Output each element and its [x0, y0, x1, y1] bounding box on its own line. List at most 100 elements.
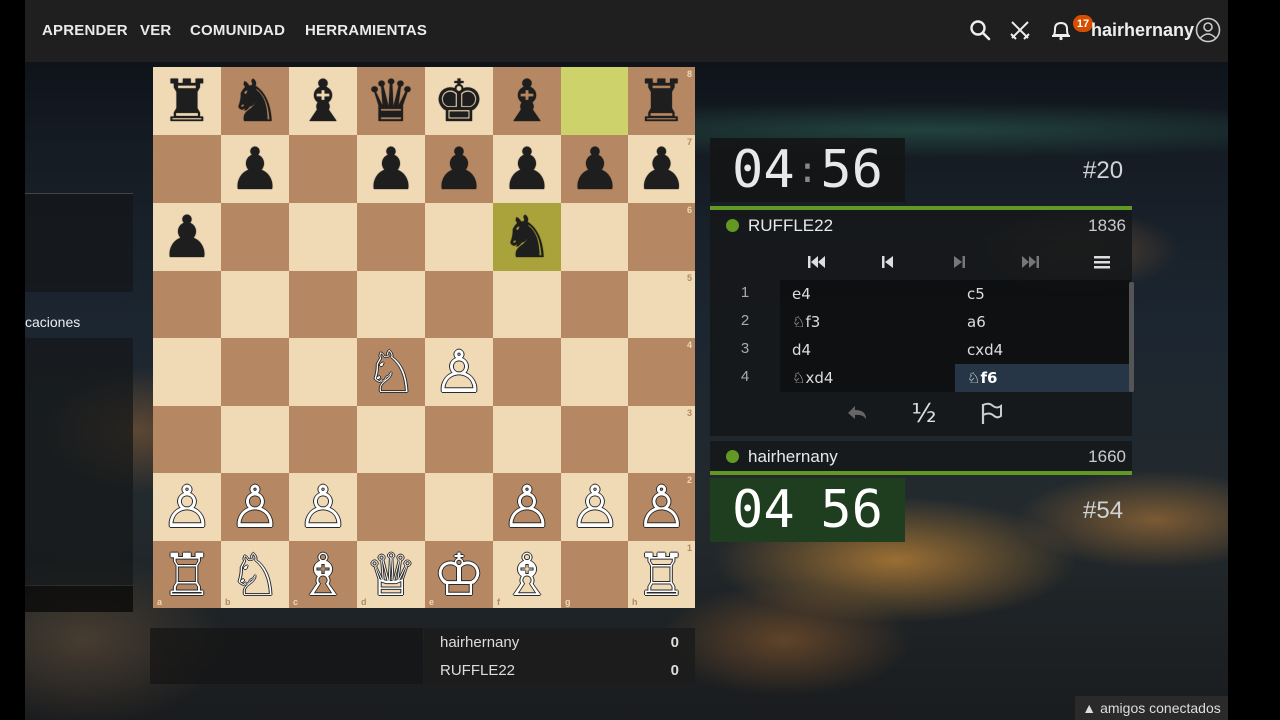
square-e3[interactable] [425, 406, 493, 474]
swords-icon[interactable] [1006, 16, 1034, 44]
chess-piece[interactable]: ♟ [501, 140, 553, 198]
square-g4[interactable] [561, 338, 629, 406]
takeback-icon[interactable] [837, 398, 877, 430]
chess-piece[interactable]: ♘ [365, 343, 417, 401]
resign-flag-icon[interactable] [971, 398, 1011, 430]
chess-piece[interactable]: ♗ [501, 546, 553, 604]
chess-piece[interactable]: ♟ [229, 140, 281, 198]
square-d8[interactable]: ♛ [357, 67, 425, 135]
move-white[interactable]: d4 [780, 336, 955, 364]
square-d4[interactable]: ♘ [357, 338, 425, 406]
square-a1[interactable]: ♖ a [153, 541, 221, 608]
square-e6[interactable] [425, 203, 493, 271]
square-f7[interactable]: ♟ [493, 135, 561, 203]
chess-piece[interactable]: ♙ [161, 478, 213, 536]
square-d3[interactable] [357, 406, 425, 474]
square-a2[interactable]: ♙ [153, 473, 221, 541]
chess-piece[interactable]: ♝ [501, 72, 553, 130]
opponent-name[interactable]: RUFFLE22 [748, 216, 833, 236]
square-g3[interactable] [561, 406, 629, 474]
square-d7[interactable]: ♟ [357, 135, 425, 203]
move-white[interactable]: ♘xd4 [780, 364, 955, 392]
chess-piece[interactable]: ♞ [501, 208, 553, 266]
chess-piece[interactable]: ♛ [365, 72, 417, 130]
square-e8[interactable]: ♚ [425, 67, 493, 135]
square-h7[interactable]: ♟ 7 [628, 135, 695, 203]
square-a8[interactable]: ♜ [153, 67, 221, 135]
chess-piece[interactable]: ♙ [569, 478, 621, 536]
chess-piece[interactable]: ♕ [365, 546, 417, 604]
square-a5[interactable] [153, 271, 221, 339]
square-g5[interactable] [561, 271, 629, 339]
square-g6[interactable] [561, 203, 629, 271]
move-black-current[interactable]: ♘f6 [955, 364, 1130, 392]
next-move-icon[interactable] [944, 250, 974, 274]
chess-piece[interactable]: ♟ [365, 140, 417, 198]
square-h4[interactable]: 4 [628, 338, 695, 406]
square-c8[interactable]: ♝ [289, 67, 357, 135]
square-c2[interactable]: ♙ [289, 473, 357, 541]
square-a4[interactable] [153, 338, 221, 406]
square-b7[interactable]: ♟ [221, 135, 289, 203]
chess-piece[interactable]: ♚ [433, 72, 485, 130]
previous-move-icon[interactable] [873, 250, 903, 274]
move-black[interactable]: c5 [955, 280, 1130, 308]
self-name[interactable]: hairhernany [748, 447, 838, 467]
chess-piece[interactable]: ♖ [636, 546, 688, 604]
first-move-icon[interactable] [802, 250, 832, 274]
move-black[interactable]: a6 [955, 308, 1130, 336]
square-c4[interactable] [289, 338, 357, 406]
chess-piece[interactable]: ♟ [161, 208, 213, 266]
square-e4[interactable]: ♙ [425, 338, 493, 406]
chess-piece[interactable]: ♙ [229, 478, 281, 536]
chess-piece[interactable]: ♟ [569, 140, 621, 198]
chess-piece[interactable]: ♘ [229, 546, 281, 604]
square-g2[interactable]: ♙ [561, 473, 629, 541]
friends-online-toggle[interactable]: ▲ amigos conectados [1075, 696, 1228, 720]
square-h6[interactable]: 6 [628, 203, 695, 271]
chess-piece[interactable]: ♟ [433, 140, 485, 198]
square-f5[interactable] [493, 271, 561, 339]
square-b3[interactable] [221, 406, 289, 474]
square-h2[interactable]: ♙ 2 [628, 473, 695, 541]
square-b6[interactable] [221, 203, 289, 271]
square-c1[interactable]: ♗ c [289, 541, 357, 608]
square-h8[interactable]: ♜ 8 [628, 67, 695, 135]
bell-icon[interactable] [1047, 16, 1075, 44]
square-e1[interactable]: ♔ e [425, 541, 493, 608]
square-f2[interactable]: ♙ [493, 473, 561, 541]
chess-board[interactable]: ♜ ♞ ♝ ♛ ♚ ♝ ♜ 8 ♟ ♟ ♟ ♟ ♟ ♟ 7 ♟ ♞ 6 5 ♘ ♙ 4 3 ♙ ♙ ♙ ♙ ♙ ♙ 2 ♖ a ♘ b ♗ c ♕ d ♔ e… [153, 67, 695, 608]
square-d2[interactable] [357, 473, 425, 541]
square-g7[interactable]: ♟ [561, 135, 629, 203]
nav-herramientas[interactable]: HERRAMIENTAS [305, 22, 427, 39]
chess-piece[interactable]: ♙ [297, 478, 349, 536]
square-g8[interactable] [561, 67, 629, 135]
user-circle-icon[interactable] [1194, 16, 1222, 44]
square-b4[interactable] [221, 338, 289, 406]
square-f1[interactable]: ♗ f [493, 541, 561, 608]
square-c7[interactable] [289, 135, 357, 203]
offer-draw-button[interactable]: ½ [904, 398, 944, 430]
square-d6[interactable] [357, 203, 425, 271]
menu-icon[interactable] [1087, 250, 1117, 274]
chess-piece[interactable]: ♞ [229, 72, 281, 130]
move-list-scrollbar[interactable] [1129, 282, 1134, 392]
square-a3[interactable] [153, 406, 221, 474]
chess-piece[interactable]: ♙ [501, 478, 553, 536]
square-h5[interactable]: 5 [628, 271, 695, 339]
chess-piece[interactable]: ♗ [297, 546, 349, 604]
chess-piece[interactable]: ♖ [161, 546, 213, 604]
chess-piece[interactable]: ♟ [636, 140, 688, 198]
move-white[interactable]: e4 [780, 280, 955, 308]
search-icon[interactable] [966, 16, 994, 44]
move-black[interactable]: cxd4 [955, 336, 1130, 364]
sidebar-partial-label[interactable]: caciones [25, 314, 80, 330]
square-h3[interactable]: 3 [628, 406, 695, 474]
nav-ver[interactable]: VER [140, 22, 171, 39]
square-c6[interactable] [289, 203, 357, 271]
nav-aprender[interactable]: APRENDER [42, 22, 128, 39]
chess-piece[interactable]: ♝ [297, 72, 349, 130]
chess-piece[interactable]: ♙ [433, 343, 485, 401]
square-c3[interactable] [289, 406, 357, 474]
square-g1[interactable]: g [561, 541, 629, 608]
